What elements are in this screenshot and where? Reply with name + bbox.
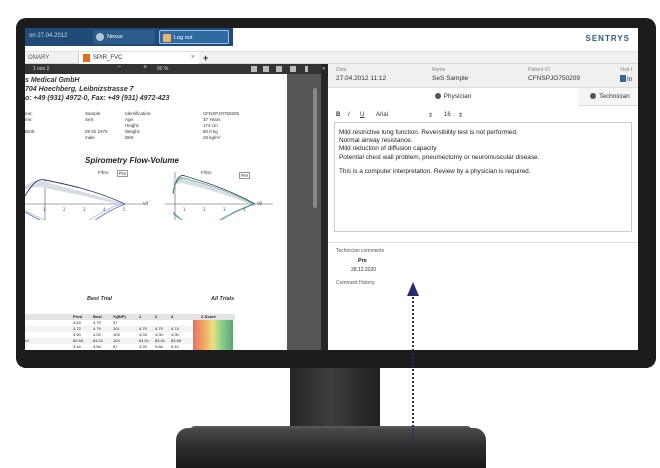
logout-button[interactable]: Log out: [159, 30, 229, 44]
bold-button[interactable]: B: [336, 112, 340, 118]
date-label: Date: [336, 67, 347, 73]
visit-value: In: [620, 75, 632, 83]
date-value: 27.04.2012 11:12: [336, 75, 387, 82]
svg-text:1: 1: [43, 207, 46, 212]
screen: on 27.04.2012 Nexus Log out SENTRYS ONAR…: [25, 28, 638, 350]
pane-splitter[interactable]: [321, 64, 328, 350]
close-icon[interactable]: ×: [191, 52, 195, 64]
visit-icon: [620, 75, 626, 82]
print-icon[interactable]: [276, 66, 282, 72]
pointer-arrow-line: [412, 294, 414, 442]
patient-id-label: Patient ID: [528, 67, 550, 73]
logout-icon: [163, 34, 171, 42]
company-phone: o: +49 (931) 4972-0, Fax: +49 (931) 4972…: [25, 95, 170, 102]
patient-id-value: CFNSPJO750209: [528, 75, 581, 82]
editor-toolbar: B I U Arial ⇕ 16 ⇕: [334, 110, 632, 122]
technician-comment-name: Pre: [358, 258, 367, 264]
svg-text:1: 1: [183, 207, 186, 212]
physician-icon: [434, 93, 441, 99]
font-select[interactable]: Arial: [376, 112, 388, 118]
report-line: Mild restrictive lung function. Reversib…: [339, 129, 518, 136]
flow-volume-plots: 12345 1234: [25, 172, 273, 220]
field-value: 37 Years: [203, 117, 221, 122]
session-date-text: on 27.04.2012: [29, 33, 68, 39]
report-line: This is a computer interpretation. Revie…: [339, 167, 531, 175]
report-line: Normal airway resistance.: [339, 137, 413, 145]
field-label: me:: [25, 111, 33, 116]
pdf-scrollbar[interactable]: [313, 88, 317, 208]
collapse-icon[interactable]: »: [322, 66, 325, 72]
underline-button[interactable]: U: [360, 112, 364, 118]
topbar-user-area: on 27.04.2012 Nexus Log out: [25, 28, 233, 46]
rotate-icon[interactable]: [263, 66, 269, 72]
italic-button[interactable]: I: [348, 112, 350, 118]
svg-text:3: 3: [83, 207, 86, 212]
company-address: 704 Hoechberg, Leibnizstrasse 7: [25, 86, 134, 93]
pdf-toolbar: 1 von 2 − + 90 %: [25, 64, 321, 74]
report-line: Potential chest wall problem, pneumectom…: [339, 153, 540, 161]
font-select-chevron-icon[interactable]: ⇕: [428, 112, 433, 119]
svg-text:4: 4: [103, 207, 106, 212]
pdf-file-icon: [83, 54, 90, 62]
name-label: Name: [432, 67, 446, 73]
field-value: Sample: [85, 111, 101, 116]
svg-text:2: 2: [63, 207, 66, 212]
section-divider: [328, 242, 638, 243]
pdf-page: s Medical GmbH 704 Hoechberg, Leibnizstr…: [25, 74, 287, 350]
brand-logo: SENTRYS: [585, 34, 630, 43]
report-line: Mild reduction of diffusion capacity: [339, 145, 437, 153]
add-tab-button[interactable]: +: [203, 52, 208, 64]
visit-value-text: In: [627, 76, 633, 83]
zoom-out-button[interactable]: −: [117, 64, 121, 71]
svg-text:3: 3: [223, 207, 226, 212]
company-name: s Medical GmbH: [25, 77, 80, 84]
technician-icon: [590, 93, 596, 99]
field-label: me:: [25, 117, 33, 122]
visit-label: Visit I: [620, 67, 633, 73]
field-label: Age:: [125, 117, 135, 122]
report-editor[interactable]: Mild restrictive lung function. Reversib…: [334, 122, 632, 232]
tab-physician-label: Physician: [443, 93, 472, 100]
tab-spir-fvc[interactable]: SPIR_FVC ×: [79, 52, 199, 64]
role-tabs: Physician Technician: [328, 88, 638, 106]
download-icon[interactable]: [290, 66, 296, 72]
tab-technician[interactable]: Technician: [590, 88, 630, 106]
fit-page-icon[interactable]: [251, 66, 257, 72]
name-value: SeS Sample: [432, 75, 469, 82]
tab-physician[interactable]: Physician: [328, 88, 578, 106]
tab-previous[interactable]: ONARY: [25, 52, 79, 64]
size-select-chevron-icon[interactable]: ⇕: [458, 112, 463, 119]
zoom-level[interactable]: 90 %: [157, 66, 168, 72]
tab-technician-label: Technician: [599, 93, 630, 100]
field-label: Identification:: [125, 111, 152, 116]
svg-text:2: 2: [203, 207, 206, 212]
field-value: CFNSPJO750209: [203, 111, 240, 116]
app-topbar: on 27.04.2012 Nexus Log out SENTRYS: [25, 28, 638, 52]
all-trials-label: All Trials: [211, 296, 235, 302]
monitor-stand-base: [176, 428, 486, 468]
technician-comments-label: Technician comments: [336, 248, 385, 254]
user-label: Nexus: [107, 34, 123, 40]
comment-history-label: Comment History: [336, 280, 375, 286]
bookmark-icon[interactable]: [305, 66, 308, 72]
field-value: SeS: [85, 117, 94, 122]
page-indicator: 1 von 2: [33, 66, 50, 72]
logout-label: Log out: [174, 35, 193, 41]
technician-comment-date: 28.12.2020: [351, 267, 377, 273]
zoom-in-button[interactable]: +: [143, 64, 147, 71]
user-button[interactable]: Nexus: [93, 30, 155, 44]
best-trial-label: Best Trial: [87, 296, 112, 302]
report-panel: Date 27.04.2012 11:12 Name SeS Sample Pa…: [328, 64, 638, 350]
document-tabs: ONARY SPIR_FVC × +: [25, 52, 638, 64]
svg-text:5: 5: [123, 207, 126, 212]
patient-info-header: Date 27.04.2012 11:12 Name SeS Sample Pa…: [328, 64, 638, 88]
user-icon: [96, 33, 104, 41]
pointer-arrow-head-icon: [407, 282, 419, 296]
size-select[interactable]: 16: [444, 112, 451, 118]
tab-spir-fvc-label: SPIR_FVC: [93, 55, 123, 61]
